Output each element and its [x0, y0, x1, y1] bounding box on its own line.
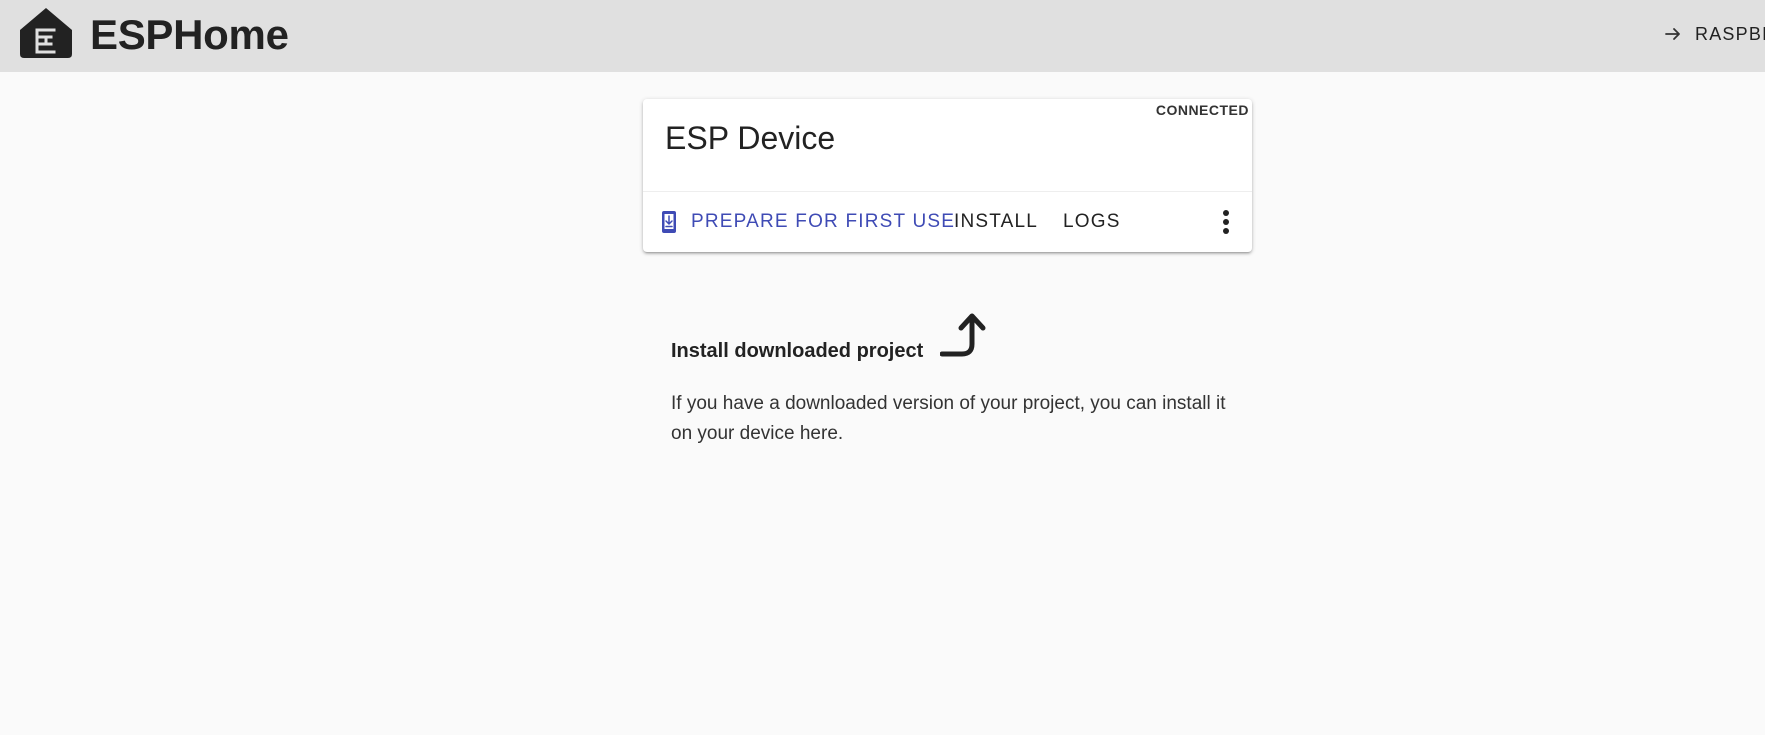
- prepare-button-label: PREPARE FOR FIRST USE: [691, 211, 956, 232]
- arrow-right-icon: [1665, 28, 1680, 40]
- phone-download-icon: [662, 211, 676, 233]
- hint-title: Install downloaded project: [671, 340, 924, 362]
- device-card: CONNECTED ESP Device PREPARE FOR FIRST U…: [643, 99, 1252, 252]
- device-title: ESP Device: [665, 120, 836, 156]
- prepare-for-first-use-button[interactable]: PREPARE FOR FIRST USE: [661, 204, 955, 240]
- install-button[interactable]: INSTALL: [954, 204, 1038, 240]
- status-badge: CONNECTED: [1155, 102, 1249, 118]
- hint-text: If you have a downloaded version of your…: [671, 393, 1226, 444]
- more-vertical-icon[interactable]: [1214, 206, 1238, 238]
- esphome-logo-icon[interactable]: [18, 6, 74, 60]
- logs-button[interactable]: LOGS: [1063, 204, 1121, 240]
- raspberry-link[interactable]: RASPBI: [1663, 20, 1765, 48]
- app-header: ESPHome RASPBI: [0, 0, 1765, 72]
- card-actions: PREPARE FOR FIRST USE INSTALL LOGS: [643, 192, 1252, 252]
- raspberry-link-label: RASPBI: [1695, 23, 1765, 44]
- app-title: ESPHome: [90, 11, 289, 58]
- curved-arrow-up-icon: [940, 313, 986, 357]
